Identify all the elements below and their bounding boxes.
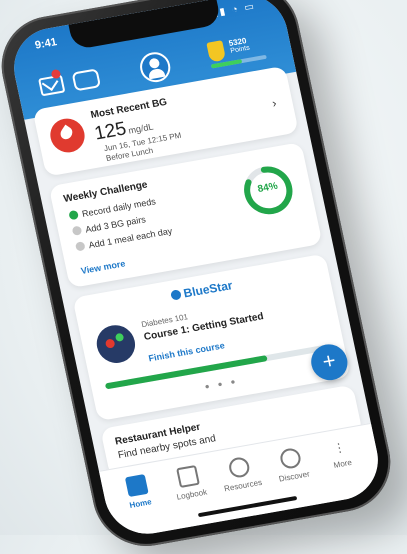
- check-pending-icon: [74, 241, 86, 252]
- tab-logbook[interactable]: Logbook: [162, 463, 216, 504]
- phone-mockup: 9:41 ▮▮▮ ◔ ▭ 5320 Points Most Recent BG …: [0, 0, 400, 554]
- chat-icon[interactable]: [71, 68, 102, 92]
- tab-more[interactable]: ⋮ More: [314, 436, 367, 473]
- finish-course-link[interactable]: Finish this course: [148, 340, 226, 363]
- app-screen: 9:41 ▮▮▮ ◔ ▭ 5320 Points Most Recent BG …: [6, 0, 386, 541]
- blood-drop-icon: [47, 115, 88, 156]
- lightbulb-icon: [227, 455, 252, 479]
- tab-home[interactable]: Home: [111, 472, 165, 513]
- tab-label: More: [332, 457, 353, 470]
- tab-label: Home: [128, 497, 153, 510]
- bluestar-logo-icon: [169, 289, 182, 301]
- status-time: 9:41: [33, 36, 59, 52]
- logbook-icon: [176, 464, 200, 489]
- tab-label: Discover: [278, 469, 311, 484]
- check-complete-icon: [68, 209, 80, 221]
- check-pending-icon: [71, 225, 83, 236]
- more-icon: ⋮: [331, 439, 347, 456]
- mail-icon[interactable]: [38, 74, 66, 97]
- points-widget[interactable]: 5320 Points: [206, 33, 271, 71]
- brand-name: BlueStar: [182, 278, 234, 301]
- discover-icon: [278, 446, 303, 470]
- shield-badge-icon: [206, 40, 227, 63]
- tab-resources[interactable]: Resources: [214, 454, 268, 495]
- profile-avatar-icon[interactable]: [137, 49, 174, 85]
- tab-label: Logbook: [175, 487, 208, 502]
- chevron-right-icon[interactable]: ›: [271, 96, 278, 110]
- tab-label: Resources: [223, 477, 263, 494]
- course-illustration-icon: [93, 322, 139, 366]
- bg-unit: mg/dL: [127, 121, 155, 136]
- tab-discover[interactable]: Discover: [265, 444, 319, 485]
- view-more-link[interactable]: View more: [80, 258, 126, 276]
- home-icon: [124, 474, 149, 498]
